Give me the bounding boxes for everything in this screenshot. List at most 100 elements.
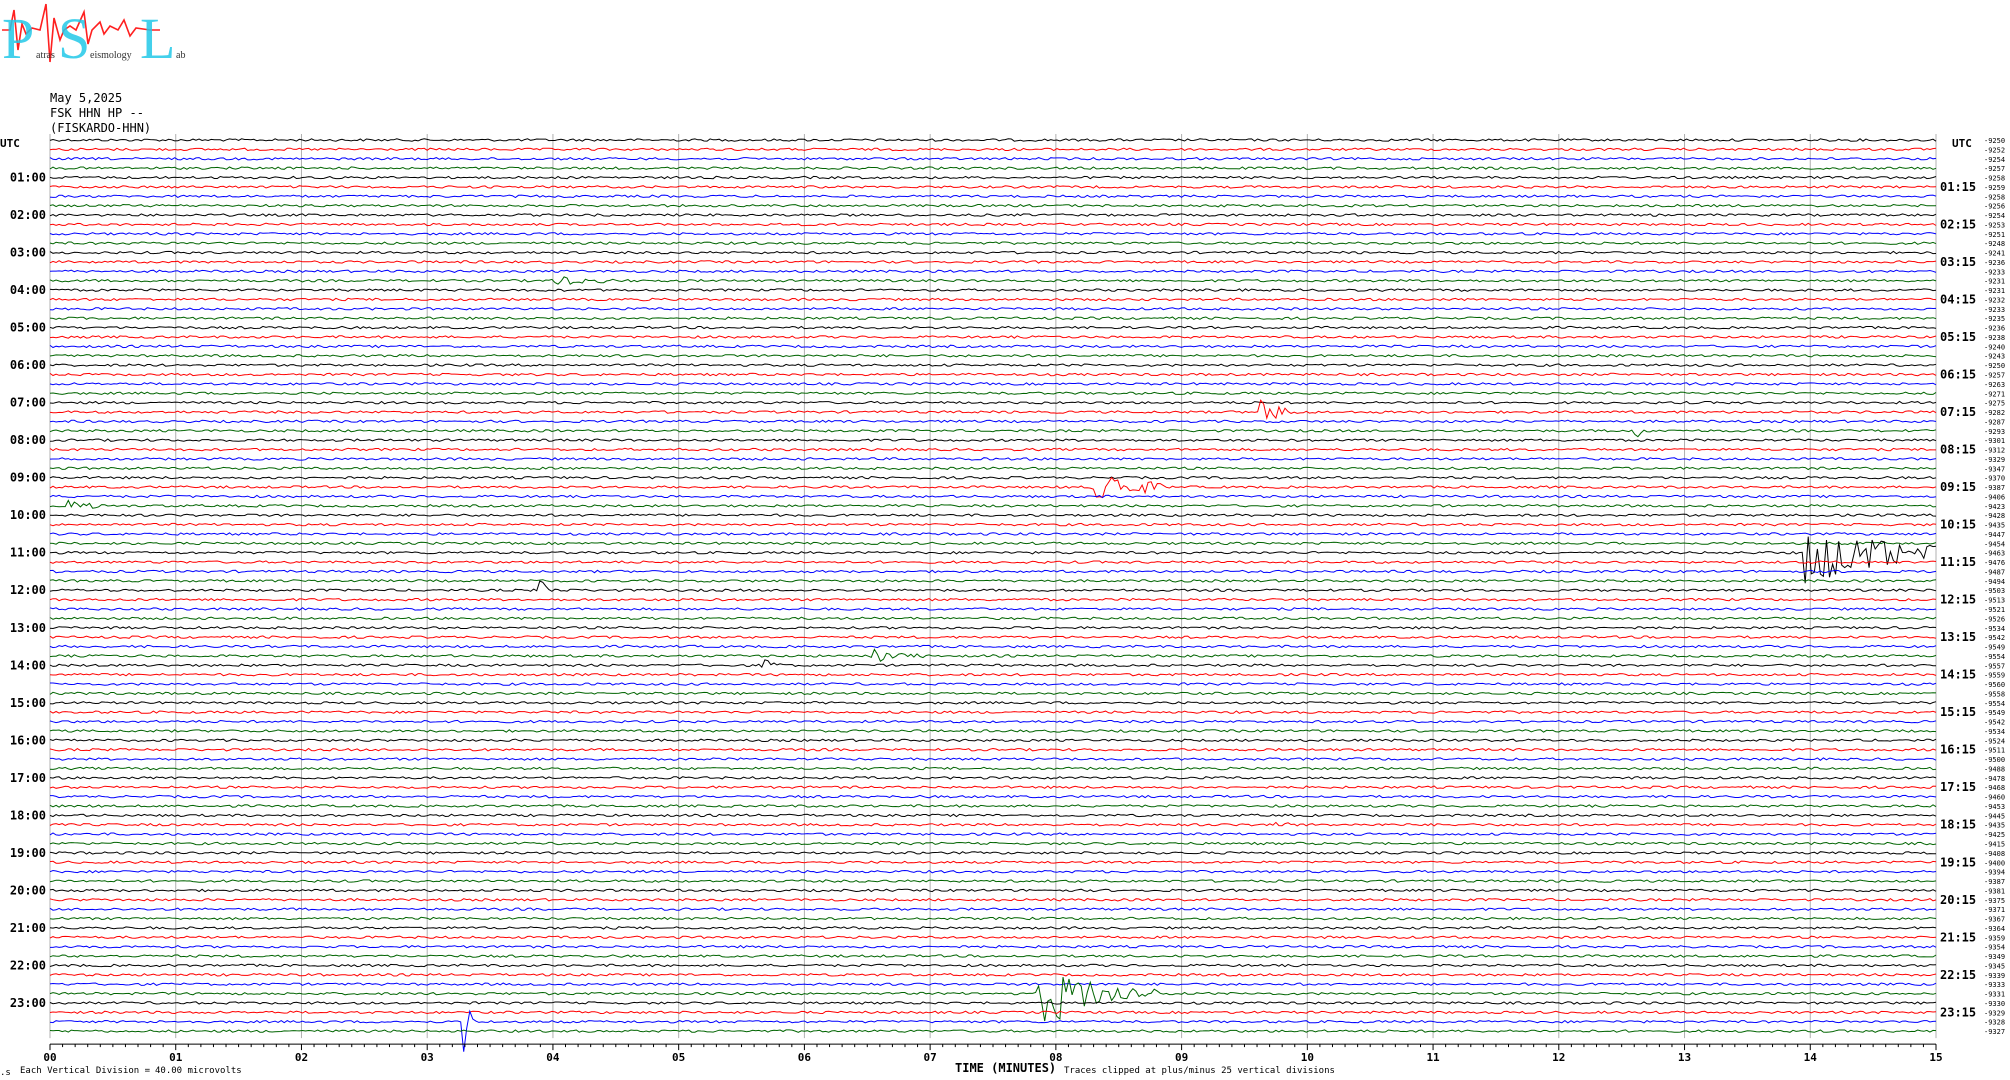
trace-row-23 [49, 353, 1937, 358]
trace-row-38 [49, 494, 1937, 499]
row-value-label: -9327 [1984, 1028, 2005, 1036]
x-tick-label: 00 [43, 1051, 56, 1064]
trace-row-37 [49, 476, 1937, 499]
row-value-label: -9454 [1984, 540, 2005, 548]
trace-row-7 [49, 203, 1936, 208]
trace-row-82 [49, 907, 1937, 912]
row-value-label: -9345 [1984, 962, 2005, 970]
trace-row-65 [49, 747, 1937, 752]
right-hour-label: 07:15 [1940, 405, 1976, 419]
trace-row-48 [49, 580, 1937, 592]
trace-row-74 [49, 832, 1937, 836]
left-hour-label: 20:00 [10, 883, 46, 897]
right-hour-label: 16:15 [1940, 743, 1976, 757]
left-hour-label: 09:00 [10, 471, 46, 485]
trace-row-87 [49, 954, 1937, 958]
x-tick-label: 04 [546, 1051, 560, 1064]
trace-row-4 [49, 175, 1937, 180]
right-hour-label: 20:15 [1940, 893, 1976, 907]
trace-row-66 [50, 757, 1937, 761]
row-value-label: -9254 [1984, 156, 2005, 164]
trace-row-81 [49, 897, 1937, 902]
row-value-label: -9329 [1984, 456, 2005, 464]
row-value-label: -9248 [1984, 240, 2005, 248]
row-value-label: -9275 [1984, 400, 2005, 408]
trace-row-73 [49, 821, 1937, 827]
row-value-label: -9263 [1984, 381, 2005, 389]
x-axis-title: TIME (MINUTES) [955, 1061, 1057, 1075]
row-value-label: -9521 [1984, 606, 2005, 614]
trace-row-40 [49, 513, 1937, 517]
trace-row-59 [49, 691, 1937, 696]
trace-row-86 [50, 944, 1937, 949]
vertical-division-label: Each Vertical Division = [20, 1066, 151, 1076]
left-hour-label: 21:00 [10, 921, 46, 935]
left-hour-label: 01:00 [10, 171, 46, 185]
trace-row-31 [49, 428, 1937, 438]
row-value-label: -9287 [1984, 418, 2005, 426]
trace-row-77 [49, 860, 1937, 865]
row-value-label: -9233 [1984, 306, 2005, 314]
row-value-label: -9240 [1984, 343, 2005, 351]
trace-row-22 [49, 344, 1937, 349]
row-value-label: -9259 [1984, 184, 2005, 192]
trace-row-20 [49, 325, 1937, 330]
right-hour-label: 01:15 [1940, 180, 1976, 194]
row-value-label: -9231 [1984, 287, 2005, 295]
trace-row-72 [49, 813, 1937, 818]
trace-row-58 [50, 682, 1937, 686]
trace-row-52 [49, 625, 1937, 630]
trace-row-55 [49, 648, 1937, 662]
right-hour-label: 12:15 [1940, 593, 1976, 607]
trace-row-50 [49, 607, 1937, 611]
trace-row-24 [49, 363, 1937, 367]
trace-row-89 [49, 973, 1937, 977]
trace-row-68 [49, 776, 1937, 780]
row-value-label: -9349 [1984, 953, 2005, 961]
row-value-label: -9423 [1984, 503, 2005, 511]
footer-left-mark: .s [0, 1068, 11, 1078]
row-value-label: -9312 [1984, 447, 2005, 455]
row-value-label: -9370 [1984, 475, 2005, 483]
left-hour-label: 19:00 [10, 846, 46, 860]
trace-row-26 [49, 382, 1937, 386]
x-tick-label: 13 [1678, 1051, 1691, 1064]
right-hour-label: 14:15 [1940, 668, 1976, 682]
right-hour-labels: 01:15 02:15 03:15 04:15 05:15 06:15 07:15 08:15… [1940, 180, 1976, 1019]
trace-row-32 [49, 438, 1937, 443]
row-value-label: -9293 [1984, 428, 2005, 436]
trace-row-64 [49, 738, 1937, 743]
trace-row-57 [49, 672, 1937, 677]
trace-row-33 [49, 447, 1936, 452]
right-hour-label: 03:15 [1940, 255, 1976, 269]
row-value-label: -9257 [1984, 165, 2005, 173]
right-hour-label: 23:15 [1940, 1005, 1976, 1019]
row-value-label: -9250 [1984, 137, 2005, 145]
trace-row-39 [49, 499, 1937, 509]
trace-row-30 [49, 419, 1937, 424]
row-value-label: -9250 [1984, 362, 2005, 370]
row-value-label: -9526 [1984, 615, 2005, 623]
trace-row-1 [49, 147, 1937, 152]
left-hour-label: 16:00 [10, 733, 46, 747]
trace-row-93 [49, 1010, 1937, 1015]
x-tick-label: 11 [1426, 1051, 1440, 1064]
row-value-label: -9524 [1984, 737, 2005, 745]
left-hour-label: 06:00 [10, 358, 46, 372]
right-hour-label: 19:15 [1940, 855, 1976, 869]
row-value-label: -9254 [1984, 212, 2005, 220]
right-hour-label: 05:15 [1940, 330, 1976, 344]
trace-row-95 [49, 1029, 1937, 1033]
trace-row-9 [49, 222, 1937, 227]
row-value-label: -9394 [1984, 869, 2005, 877]
trace-row-69 [49, 785, 1937, 790]
trace-row-8 [49, 213, 1937, 217]
row-value-label: -9542 [1984, 719, 2005, 727]
row-value-label: -9406 [1984, 493, 2005, 501]
row-value-label: -9387 [1984, 878, 2005, 886]
row-value-label: -9331 [1984, 991, 2005, 999]
row-value-label: -9494 [1984, 578, 2005, 586]
trace-row-54 [49, 644, 1937, 649]
row-value-label: -9257 [1984, 372, 2005, 380]
trace-row-71 [49, 804, 1937, 808]
